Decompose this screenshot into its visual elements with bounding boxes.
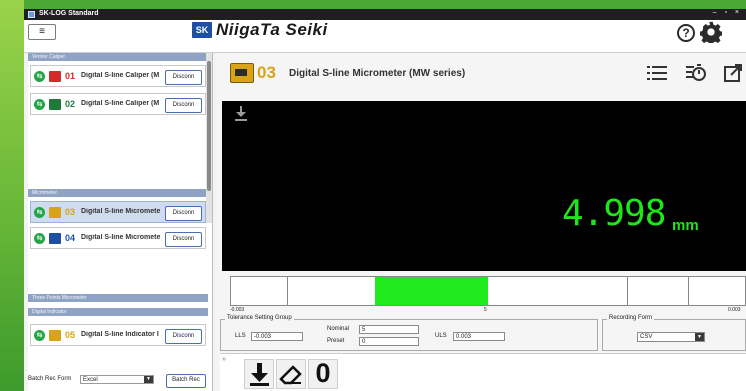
device-number: 03 — [65, 207, 76, 217]
micrometer-device-icon — [49, 233, 61, 244]
batch-rec-button[interactable]: Batch Rec — [166, 374, 206, 388]
download-icon[interactable] — [234, 105, 248, 123]
group-header-three-points-micrometer[interactable]: Three Points Micrometer — [28, 294, 208, 302]
group-header-vernier-caliper[interactable]: Vernier Caliper — [28, 53, 208, 61]
preset-input[interactable]: 0 — [359, 337, 419, 346]
connect-status-icon: ⇆ — [34, 99, 45, 110]
brand-logo-text: NiigaTa Seiki — [216, 20, 328, 39]
measurement-display: 4.998 mm — [222, 101, 746, 271]
device-number: 05 — [65, 330, 76, 340]
connect-status-icon: ⇆ — [34, 71, 45, 82]
chevron-down-icon: ▼ — [695, 333, 704, 341]
disconnect-button[interactable]: Disconn — [165, 206, 202, 221]
micrometer-device-icon — [49, 207, 61, 218]
device-name: Digital S-line Micromete — [81, 234, 161, 241]
uls-label: ULS — [435, 333, 447, 339]
help-icon[interactable]: ? — [677, 24, 695, 42]
record-button[interactable] — [244, 359, 274, 389]
batch-rec-form-value: Excel — [83, 377, 98, 383]
batch-rec-form-select[interactable]: Excel ▼ — [80, 375, 154, 384]
uls-input[interactable]: 0.003 — [453, 332, 505, 341]
app-icon — [28, 11, 35, 18]
group-header-digital-indicator[interactable]: Digital Indicator — [28, 308, 208, 316]
tolerance-gauge — [230, 276, 746, 306]
gauge-segment — [231, 277, 288, 305]
window-title: SK-LOG Standard — [39, 10, 99, 17]
gauge-max-label: 0.003 — [728, 307, 741, 313]
lls-label: LLS — [235, 333, 246, 339]
device-number: 04 — [65, 233, 76, 243]
device-number: 01 — [65, 71, 76, 81]
device-name: Digital S-line Micromete — [81, 208, 161, 215]
disconnect-button[interactable]: Disconn — [165, 98, 202, 113]
action-bar: » 0 — [220, 353, 746, 391]
device-item-04[interactable]: ⇆ 04 Digital S-line Micromete Disconn — [30, 227, 206, 249]
gauge-segment — [627, 277, 689, 305]
caliper-device-icon — [49, 71, 61, 82]
connect-status-icon: ⇆ — [34, 207, 45, 218]
device-item-02[interactable]: ⇆ 02 Digital S-line Caliper (M Disconn — [30, 93, 206, 115]
micrometer-icon — [230, 63, 254, 83]
measurement-panel: 03 Digital S-line Micrometer (MW series)… — [216, 53, 746, 391]
zero-reset-button[interactable]: 0 — [308, 358, 338, 389]
disconnect-button[interactable]: Disconn — [165, 329, 202, 344]
measured-unit: mm — [672, 217, 699, 234]
device-item-05[interactable]: ⇆ 05 Digital S-line Indicator I Disconn — [30, 324, 206, 346]
title-bar: SK-LOG Standard – ▫ × — [24, 9, 746, 20]
device-item-03[interactable]: ⇆ 03 Digital S-line Micromete Disconn — [30, 201, 206, 223]
brand-logo-mark: SK — [192, 22, 212, 38]
active-device-name: Digital S-line Micrometer (MW series) — [289, 68, 466, 79]
device-list-scrollbar[interactable] — [206, 53, 212, 223]
app-window: SK-LOG Standard – ▫ × ≡ SK NiigaTa Seiki… — [24, 9, 746, 391]
chevron-down-icon: ▼ — [144, 376, 153, 383]
device-number: 02 — [65, 99, 76, 109]
device-name: Digital S-line Indicator I — [81, 331, 159, 338]
recording-form-title: Recording Form — [607, 315, 655, 321]
recording-form-select[interactable]: CSV ▼ — [637, 332, 705, 342]
nominal-input[interactable]: 5 — [359, 325, 419, 334]
preset-label: Preset — [327, 338, 345, 344]
gauge-fill-bar — [375, 277, 488, 305]
device-item-01[interactable]: ⇆ 01 Digital S-line Caliper (M Disconn — [30, 65, 206, 87]
window-controls[interactable]: – ▫ × — [713, 9, 742, 16]
group-header-micrometer[interactable]: Micrometer — [28, 189, 208, 197]
timer-icon[interactable] — [685, 63, 707, 83]
disconnect-button[interactable]: Disconn — [165, 70, 202, 85]
disconnect-button[interactable]: Disconn — [165, 232, 202, 247]
collapse-chevron-icon[interactable]: » — [222, 356, 226, 363]
gear-icon[interactable] — [700, 21, 722, 43]
top-toolbar — [24, 20, 746, 53]
tolerance-group-title: Tolerance Setting Group — [225, 315, 294, 321]
device-name: Digital S-line Caliper (M — [81, 72, 160, 79]
scrollbar-thumb[interactable] — [207, 61, 211, 191]
menu-button[interactable]: ≡ — [28, 24, 56, 40]
list-view-icon[interactable] — [646, 63, 668, 83]
indicator-device-icon — [49, 330, 61, 341]
gauge-mid-label: 5 — [484, 307, 487, 313]
connect-status-icon: ⇆ — [34, 233, 45, 244]
gauge-min-label: -0.003 — [230, 307, 245, 313]
recording-form-value: CSV — [640, 334, 653, 340]
device-list-panel: Vernier Caliper ⇆ 01 Digital S-line Cali… — [28, 53, 213, 391]
device-name: Digital S-line Caliper (M — [81, 100, 160, 107]
lls-input[interactable]: -0.003 — [251, 332, 303, 341]
nominal-label: Nominal — [327, 326, 350, 332]
zero-label: 0 — [315, 358, 331, 388]
external-window-icon[interactable] — [722, 63, 744, 83]
recording-form-group: Recording Form CSV ▼ — [602, 315, 746, 351]
active-device-number: 03 — [257, 63, 276, 82]
eraser-icon — [279, 365, 302, 385]
measured-value: 4.998 — [562, 193, 666, 234]
connect-status-icon: ⇆ — [34, 330, 45, 341]
clear-button[interactable] — [276, 359, 306, 389]
caliper-device-icon — [49, 99, 61, 110]
batch-rec-form-label: Batch Rec Form — [28, 376, 72, 382]
download-icon — [250, 363, 269, 386]
tolerance-setting-group: Tolerance Setting Group LLS -0.003 Nomin… — [220, 315, 598, 351]
desktop-background-stripe — [0, 0, 24, 391]
